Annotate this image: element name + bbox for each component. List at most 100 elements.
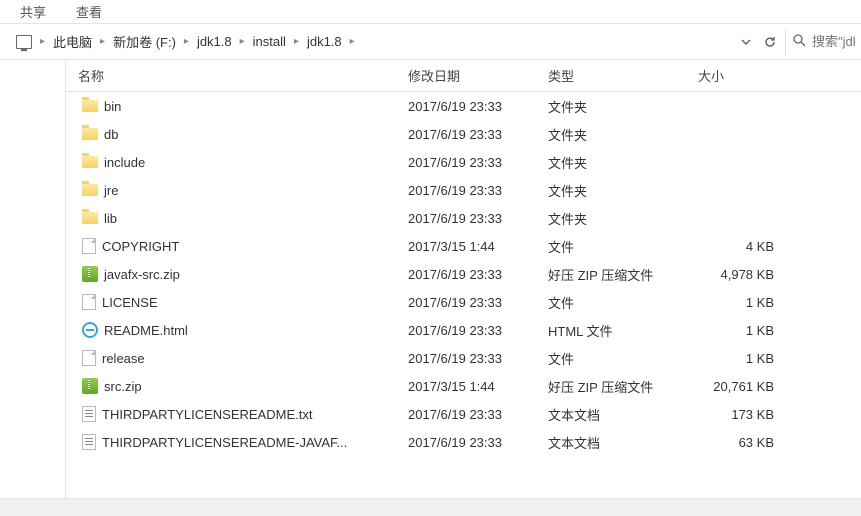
file-type: 文本文档 (548, 405, 698, 424)
search-icon (792, 33, 806, 50)
chevron-right-icon[interactable]: ▸ (98, 36, 107, 47)
html-icon (82, 322, 98, 338)
file-icon (82, 350, 96, 366)
zip-icon (82, 378, 98, 394)
search-input[interactable] (812, 34, 855, 49)
list-item[interactable]: THIRDPARTYLICENSEREADME-JAVAF... 2017/6/1… (66, 428, 861, 456)
list-item[interactable]: include 2017/6/19 23:33文件夹 (66, 148, 861, 176)
file-name: bin (104, 99, 121, 114)
folder-icon (82, 128, 98, 140)
file-size: 4 KB (698, 239, 788, 254)
file-type: 文件夹 (548, 209, 698, 228)
list-item[interactable]: jre 2017/6/19 23:33文件夹 (66, 176, 861, 204)
address-bar: ▸ 此电脑 ▸ 新加卷 (F:) ▸ jdk1.8 ▸ install ▸ jd… (0, 24, 861, 60)
file-name: release (102, 351, 145, 366)
list-item[interactable]: THIRDPARTYLICENSEREADME.txt 2017/6/19 23:… (66, 400, 861, 428)
chevron-right-icon[interactable]: ▸ (238, 36, 247, 47)
list-item[interactable]: README.html 2017/6/19 23:33HTML 文件1 KB (66, 316, 861, 344)
zip-icon (82, 266, 98, 282)
file-date: 2017/6/19 23:33 (408, 211, 548, 226)
file-name: jre (104, 183, 118, 198)
file-name: db (104, 127, 118, 142)
file-date: 2017/6/19 23:33 (408, 351, 548, 366)
file-size: 63 KB (698, 435, 788, 450)
refresh-icon[interactable] (759, 31, 781, 53)
list-item[interactable]: javafx-src.zip2017/6/19 23:33好压 ZIP 压缩文件… (66, 260, 861, 288)
file-name: README.html (104, 323, 188, 338)
file-date: 2017/6/19 23:33 (408, 183, 548, 198)
pc-icon (16, 35, 32, 49)
file-date: 2017/6/19 23:33 (408, 155, 548, 170)
col-header-name[interactable]: 名称 (78, 66, 408, 85)
nav-pane[interactable] (0, 60, 66, 498)
file-date: 2017/6/19 23:33 (408, 267, 548, 282)
file-type: 文件 (548, 293, 698, 312)
crumb-pc[interactable] (10, 24, 38, 59)
folder-icon (82, 212, 98, 224)
file-date: 2017/3/15 1:44 (408, 379, 548, 394)
file-name: include (104, 155, 145, 170)
folder-icon (82, 100, 98, 112)
list-item[interactable]: COPYRIGHT2017/3/15 1:44文件4 KB (66, 232, 861, 260)
file-type: 文本文档 (548, 433, 698, 452)
file-size: 1 KB (698, 323, 788, 338)
file-size: 1 KB (698, 351, 788, 366)
column-headers: 名称 修改日期 类型 大小 (66, 60, 861, 92)
file-type: 好压 ZIP 压缩文件 (548, 265, 698, 284)
col-header-date[interactable]: 修改日期 (408, 66, 548, 85)
file-date: 2017/6/19 23:33 (408, 295, 548, 310)
file-name: src.zip (104, 379, 142, 394)
crumb-4[interactable]: jdk1.8 (301, 24, 348, 59)
file-name: THIRDPARTYLICENSEREADME.txt (102, 407, 312, 422)
horizontal-scrollbar[interactable] (0, 498, 861, 516)
chevron-right-icon[interactable]: ▸ (348, 36, 357, 47)
file-name: LICENSE (102, 295, 158, 310)
file-type: 文件夹 (548, 97, 698, 116)
file-name: THIRDPARTYLICENSEREADME-JAVAF... (102, 435, 347, 450)
file-date: 2017/6/19 23:33 (408, 407, 548, 422)
list-item[interactable]: lib 2017/6/19 23:33文件夹 (66, 204, 861, 232)
file-date: 2017/6/19 23:33 (408, 435, 548, 450)
txt-icon (82, 406, 96, 422)
list-item[interactable]: db2017/6/19 23:33文件夹 (66, 120, 861, 148)
file-size: 1 KB (698, 295, 788, 310)
file-type: HTML 文件 (548, 321, 698, 340)
file-size: 173 KB (698, 407, 788, 422)
col-header-type[interactable]: 类型 (548, 66, 698, 85)
crumb-0[interactable]: 此电脑 (47, 24, 98, 59)
txt-icon (82, 434, 96, 450)
file-name: COPYRIGHT (102, 239, 179, 254)
file-size: 4,978 KB (698, 267, 788, 282)
list-item[interactable]: bin 2017/6/19 23:33文件夹 (66, 92, 861, 120)
file-date: 2017/6/19 23:33 (408, 127, 548, 142)
file-icon (82, 294, 96, 310)
tab-share[interactable]: 共享 (20, 2, 46, 21)
folder-icon (82, 156, 98, 168)
file-type: 文件夹 (548, 181, 698, 200)
list-item[interactable]: src.zip2017/3/15 1:44好压 ZIP 压缩文件20,761 K… (66, 372, 861, 400)
address-controls (735, 31, 785, 53)
crumb-1[interactable]: 新加卷 (F:) (107, 24, 182, 59)
file-date: 2017/6/19 23:33 (408, 99, 548, 114)
col-header-name-label: 名称 (78, 66, 104, 85)
list-item[interactable]: LICENSE 2017/6/19 23:33文件1 KB (66, 288, 861, 316)
dropdown-history-icon[interactable] (735, 31, 757, 53)
list-item[interactable]: release 2017/6/19 23:33文件1 KB (66, 344, 861, 372)
crumb-2[interactable]: jdk1.8 (191, 24, 238, 59)
file-date: 2017/3/15 1:44 (408, 239, 548, 254)
file-date: 2017/6/19 23:33 (408, 323, 548, 338)
breadcrumb[interactable]: ▸ 此电脑 ▸ 新加卷 (F:) ▸ jdk1.8 ▸ install ▸ jd… (4, 24, 735, 59)
col-header-size[interactable]: 大小 (698, 66, 788, 85)
file-name: lib (104, 211, 117, 226)
chevron-right-icon[interactable]: ▸ (38, 36, 47, 47)
file-type: 文件 (548, 349, 698, 368)
search-box[interactable] (785, 28, 861, 56)
file-type: 文件夹 (548, 153, 698, 172)
tab-view[interactable]: 查看 (76, 2, 102, 21)
chevron-right-icon[interactable]: ▸ (292, 36, 301, 47)
file-list: 名称 修改日期 类型 大小 bin2017/6/19 23:33文件夹db201… (66, 60, 861, 498)
file-icon (82, 238, 96, 254)
file-size: 20,761 KB (698, 379, 788, 394)
chevron-right-icon[interactable]: ▸ (182, 36, 191, 47)
crumb-3[interactable]: install (247, 24, 292, 59)
